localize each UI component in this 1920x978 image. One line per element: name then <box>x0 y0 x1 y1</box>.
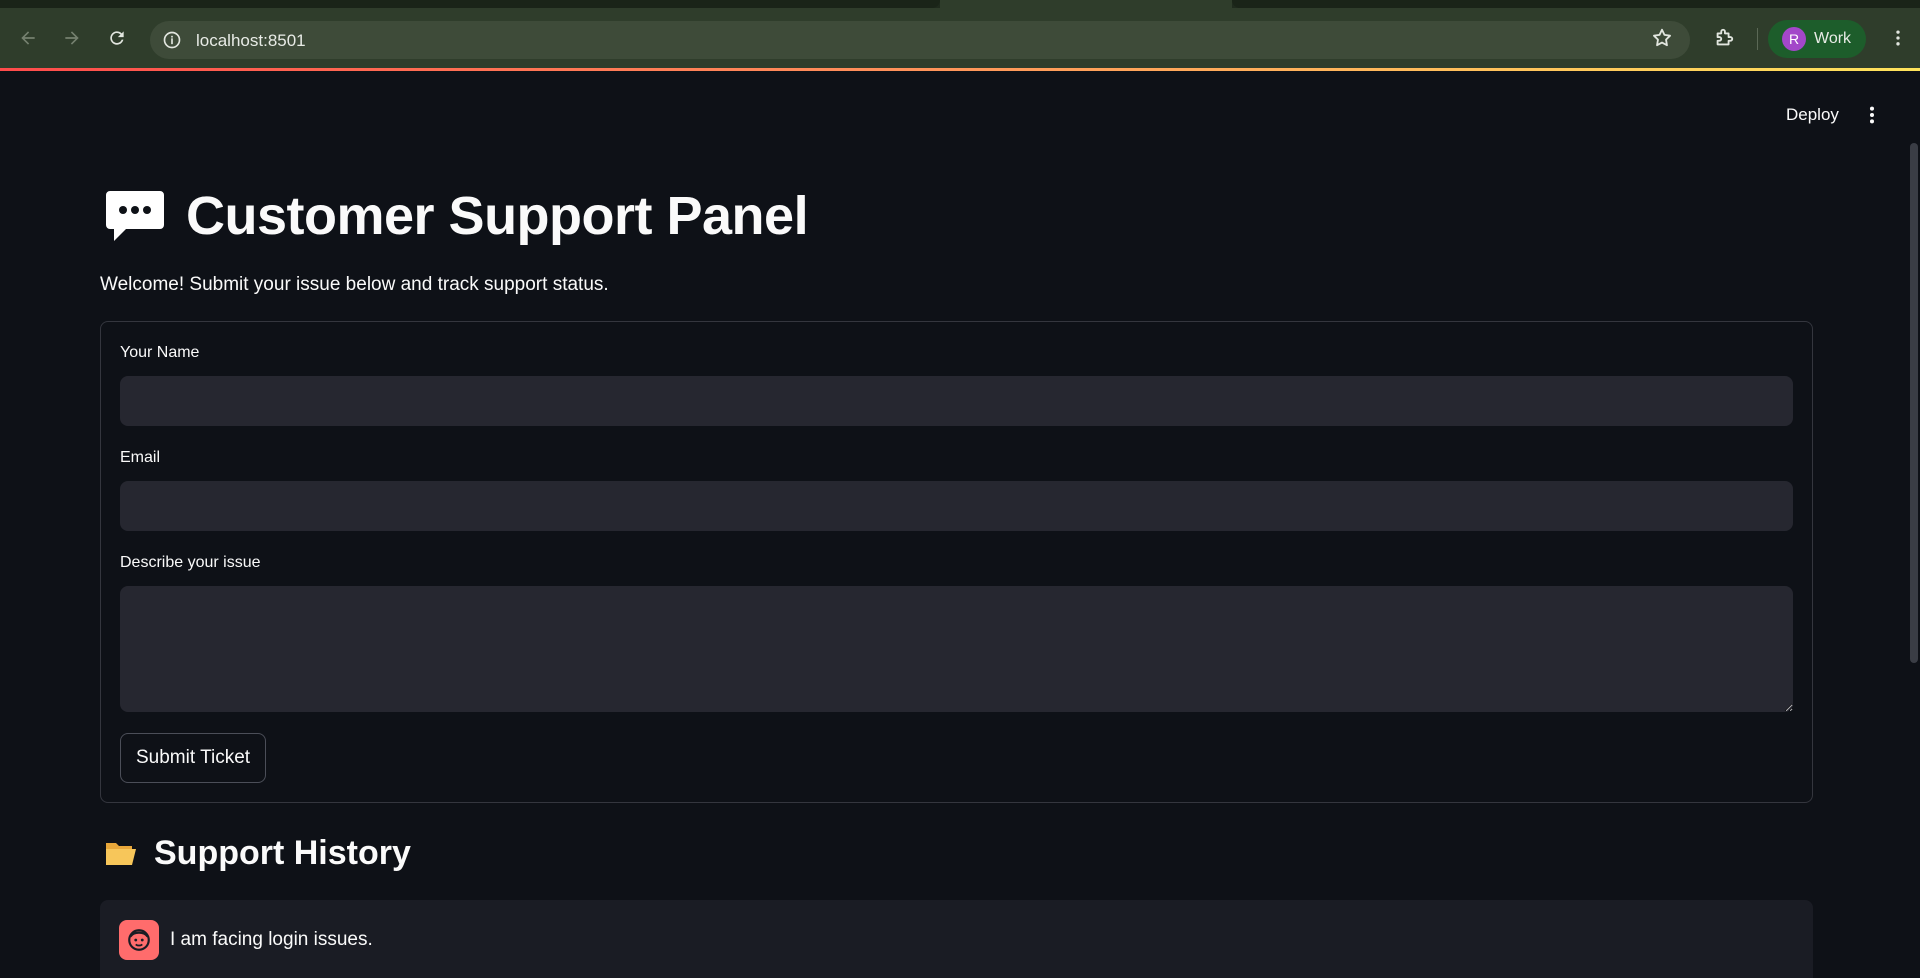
open-folder-icon <box>106 843 136 865</box>
extensions-button[interactable] <box>1706 20 1742 56</box>
profile-name: Work <box>1814 30 1852 47</box>
url-text[interactable]: localhost:8501 <box>196 31 306 51</box>
site-info-icon[interactable] <box>162 30 182 50</box>
issue-textarea[interactable] <box>120 586 1793 712</box>
kebab-menu-icon <box>1869 106 1875 124</box>
profile-avatar: R <box>1782 27 1806 51</box>
app-menu-button[interactable] <box>1856 95 1888 135</box>
browser-tab-strip <box>0 0 1920 8</box>
browser-tab[interactable] <box>0 0 940 8</box>
kebab-menu-icon <box>1896 30 1900 46</box>
browser-menu-button[interactable] <box>1880 20 1916 56</box>
name-input[interactable] <box>120 376 1793 426</box>
support-ticket-form: Your Name Email Describe your issue Subm… <box>100 321 1813 803</box>
browser-tab-active[interactable] <box>940 0 1232 8</box>
profile-button[interactable]: R Work <box>1768 20 1866 58</box>
address-bar[interactable]: localhost:8501 <box>150 21 1690 59</box>
user-face-icon <box>128 929 150 951</box>
star-icon <box>1653 28 1671 47</box>
forward-button[interactable] <box>54 20 90 56</box>
issue-label: Describe your issue <box>120 554 261 571</box>
page-scrollbar[interactable] <box>1910 143 1918 663</box>
message-text: I am facing login issues. <box>170 929 373 950</box>
history-title: Support History <box>154 833 411 872</box>
submit-ticket-button[interactable]: Submit Ticket <box>120 733 267 783</box>
puzzle-icon <box>1716 28 1734 46</box>
back-button[interactable] <box>10 20 46 56</box>
arrow-right-icon <box>65 31 79 45</box>
browser-tab[interactable] <box>1232 0 1920 8</box>
history-header: Support History <box>104 831 411 875</box>
reload-button[interactable] <box>99 20 135 56</box>
arrow-left-icon <box>21 31 35 45</box>
reload-icon <box>110 31 124 45</box>
email-input[interactable] <box>120 481 1793 531</box>
speech-bubble-icon <box>106 191 164 241</box>
toolbar-divider <box>1757 28 1758 50</box>
title-row: Customer Support Panel <box>104 181 809 251</box>
name-label: Your Name <box>120 344 200 361</box>
user-avatar <box>119 920 159 960</box>
chat-message: I am facing login issues. <box>100 900 1813 978</box>
page-title: Customer Support Panel <box>186 186 809 246</box>
bookmark-button[interactable] <box>1644 20 1680 56</box>
email-label: Email <box>120 449 161 466</box>
deploy-button[interactable]: Deploy <box>1770 95 1855 135</box>
browser-toolbar: localhost:8501 R Work <box>0 8 1920 68</box>
welcome-text: Welcome! Submit your issue below and tra… <box>100 274 609 295</box>
app-main: Deploy Customer Support Panel Welcome! S… <box>0 71 1920 978</box>
